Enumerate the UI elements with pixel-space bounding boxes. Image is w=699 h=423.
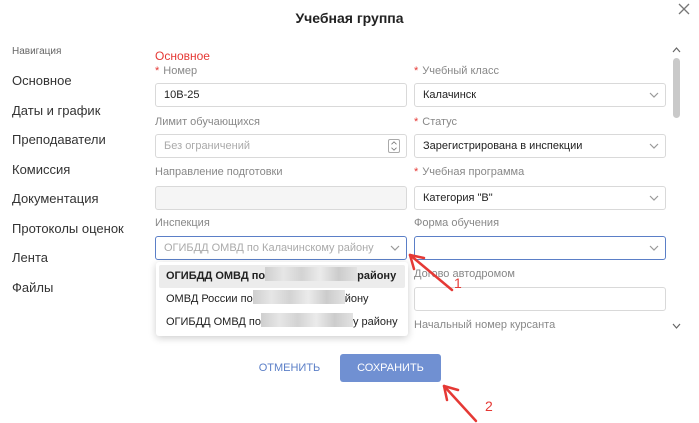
nav-item-feed[interactable]: Лента bbox=[12, 243, 147, 273]
scrollbar[interactable] bbox=[669, 46, 683, 332]
direction-input bbox=[155, 186, 407, 210]
redacted-text bbox=[252, 290, 345, 304]
inspection-dropdown: ОГИБДД ОМВД по району ОМВД России по йону … bbox=[156, 262, 408, 336]
chevron-down-icon[interactable] bbox=[672, 322, 681, 330]
chevron-down-icon bbox=[390, 245, 400, 251]
class-select-value: Калачинск bbox=[423, 89, 477, 101]
arrow-2 bbox=[442, 384, 478, 423]
option-text: ОГИБДД ОМВД по bbox=[166, 270, 266, 282]
limit-input[interactable]: Без ограничений bbox=[155, 134, 407, 158]
number-label: * Номер bbox=[155, 65, 198, 77]
dropdown-option[interactable]: ОМВД России по йону bbox=[156, 288, 408, 311]
nav-item-files[interactable]: Файлы bbox=[12, 273, 147, 303]
inspection-placeholder: ОГИБДД ОМВД по Калачинскому району bbox=[164, 242, 374, 254]
dropdown-option[interactable]: ОГИБДД ОМВД по району bbox=[159, 265, 405, 288]
chevron-down-icon bbox=[649, 92, 659, 98]
autodrome-input[interactable] bbox=[414, 287, 666, 311]
nav-item-teachers[interactable]: Преподаватели bbox=[12, 125, 147, 155]
form-of-study-select[interactable] bbox=[414, 236, 666, 260]
program-select[interactable]: Категория "В" bbox=[414, 186, 666, 210]
limit-placeholder: Без ограничений bbox=[164, 140, 250, 152]
inspection-label: Инспекция bbox=[155, 217, 210, 229]
form-of-study-label: Форма обучения bbox=[414, 217, 500, 229]
nav-item-main[interactable]: Основное bbox=[12, 66, 147, 96]
redacted-text bbox=[261, 313, 353, 327]
chevron-up-icon[interactable] bbox=[672, 46, 681, 54]
option-text: йону bbox=[344, 293, 369, 305]
dropdown-option[interactable]: ОГИБДД ОМВД по у району bbox=[156, 311, 408, 334]
nav-item-protocols[interactable]: Протоколы оценок bbox=[12, 214, 147, 244]
chevron-down-icon bbox=[649, 195, 659, 201]
side-navigation: Навигация Основное Даты и график Препода… bbox=[12, 46, 147, 302]
section-title: Основное bbox=[155, 49, 210, 63]
option-text: у району bbox=[353, 316, 398, 328]
annotation-number-2: 2 bbox=[485, 398, 493, 414]
direction-label: Направление подготовки bbox=[155, 166, 283, 178]
status-label: * Статус bbox=[414, 116, 458, 128]
nav-item-dates[interactable]: Даты и график bbox=[12, 96, 147, 126]
modal-title: Учебная группа bbox=[295, 10, 404, 26]
annotation-number-1: 1 bbox=[454, 275, 462, 291]
close-icon[interactable] bbox=[677, 2, 691, 16]
autodrome-label: Догово автодромом bbox=[414, 268, 515, 280]
status-select[interactable]: Зарегистрирована в инспекции bbox=[414, 134, 666, 158]
class-label: * Учебный класс bbox=[414, 65, 499, 77]
nav-item-commission[interactable]: Комиссия bbox=[12, 155, 147, 185]
program-label: * Учебная программа bbox=[414, 166, 525, 178]
nav-heading: Навигация bbox=[12, 46, 62, 57]
program-select-value: Категория "В" bbox=[423, 192, 493, 204]
status-select-value: Зарегистрирована в инспекции bbox=[423, 140, 583, 152]
cancel-button[interactable]: ОТМЕНИТЬ bbox=[252, 358, 327, 378]
inspection-select[interactable]: ОГИБДД ОМВД по Калачинскому району bbox=[155, 236, 407, 260]
option-text: району bbox=[357, 270, 397, 282]
chevron-down-icon bbox=[649, 245, 659, 251]
option-text: ОГИБДД ОМВД по bbox=[166, 316, 261, 328]
number-input[interactable]: 10В-25 bbox=[155, 83, 407, 107]
class-select[interactable]: Калачинск bbox=[414, 83, 666, 107]
redacted-text bbox=[265, 267, 358, 281]
start-number-label: Начальный номер курсанта bbox=[414, 319, 556, 331]
chevron-down-icon bbox=[649, 143, 659, 149]
stepper-icon[interactable] bbox=[388, 139, 400, 153]
save-button[interactable]: СОХРАНИТЬ bbox=[340, 354, 441, 382]
limit-label: Лимит обучающихся bbox=[155, 116, 260, 128]
option-text: ОМВД России по bbox=[166, 293, 253, 305]
scroll-thumb[interactable] bbox=[673, 58, 680, 118]
nav-item-documents[interactable]: Документация bbox=[12, 184, 147, 214]
